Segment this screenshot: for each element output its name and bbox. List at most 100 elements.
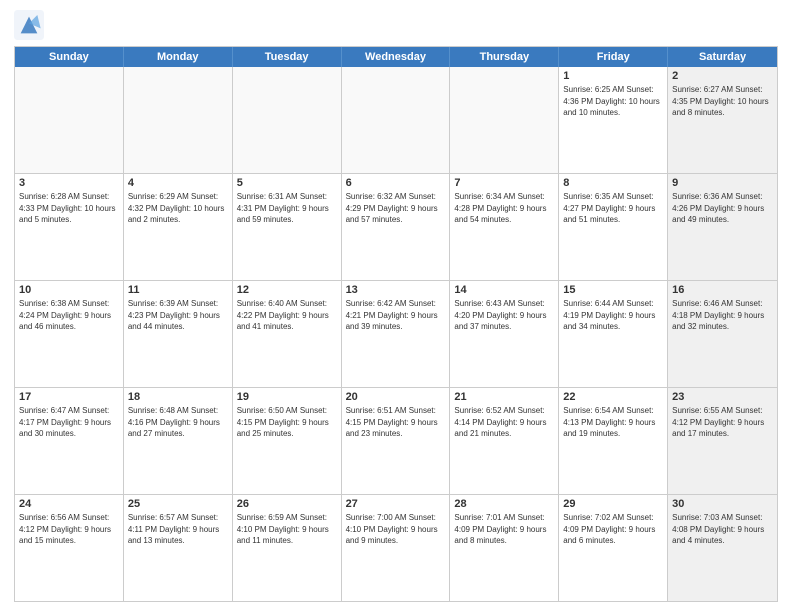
day-info-15: Sunrise: 6:44 AM Sunset: 4:19 PM Dayligh… [563, 298, 663, 333]
header [14, 10, 778, 40]
day-number-2: 2 [672, 70, 773, 82]
day-cell-29: 29 Sunrise: 7:02 AM Sunset: 4:09 PM Dayli… [559, 495, 668, 601]
weekday-header-sunday: Sunday [15, 47, 124, 67]
day-info-23: Sunrise: 6:55 AM Sunset: 4:12 PM Dayligh… [672, 405, 773, 440]
day-cell-23: 23 Sunrise: 6:55 AM Sunset: 4:12 PM Dayli… [668, 388, 777, 494]
day-cell-24: 24 Sunrise: 6:56 AM Sunset: 4:12 PM Dayli… [15, 495, 124, 601]
calendar-row-4: 24 Sunrise: 6:56 AM Sunset: 4:12 PM Dayli… [15, 494, 777, 601]
day-info-18: Sunrise: 6:48 AM Sunset: 4:16 PM Dayligh… [128, 405, 228, 440]
day-info-25: Sunrise: 6:57 AM Sunset: 4:11 PM Dayligh… [128, 512, 228, 547]
day-number-15: 15 [563, 284, 663, 296]
day-info-6: Sunrise: 6:32 AM Sunset: 4:29 PM Dayligh… [346, 191, 446, 226]
day-cell-7: 7 Sunrise: 6:34 AM Sunset: 4:28 PM Daylig… [450, 174, 559, 280]
day-cell-28: 28 Sunrise: 7:01 AM Sunset: 4:09 PM Dayli… [450, 495, 559, 601]
day-number-29: 29 [563, 498, 663, 510]
day-cell-11: 11 Sunrise: 6:39 AM Sunset: 4:23 PM Dayli… [124, 281, 233, 387]
day-number-16: 16 [672, 284, 773, 296]
day-info-3: Sunrise: 6:28 AM Sunset: 4:33 PM Dayligh… [19, 191, 119, 226]
calendar-row-2: 10 Sunrise: 6:38 AM Sunset: 4:24 PM Dayli… [15, 280, 777, 387]
day-number-26: 26 [237, 498, 337, 510]
day-cell-6: 6 Sunrise: 6:32 AM Sunset: 4:29 PM Daylig… [342, 174, 451, 280]
day-info-17: Sunrise: 6:47 AM Sunset: 4:17 PM Dayligh… [19, 405, 119, 440]
logo-icon [14, 10, 44, 40]
empty-cell-0-3 [342, 67, 451, 173]
day-cell-21: 21Sunrise: 6:52 AM Sunset: 4:14 PM Dayli… [450, 388, 559, 494]
day-number-17: 17 [19, 391, 119, 403]
day-cell-27: 27Sunrise: 7:00 AM Sunset: 4:10 PM Dayli… [342, 495, 451, 601]
day-number-12: 12 [237, 284, 337, 296]
empty-cell-0-2 [233, 67, 342, 173]
day-cell-12: 12Sunrise: 6:40 AM Sunset: 4:22 PM Dayli… [233, 281, 342, 387]
weekday-header-monday: Monday [124, 47, 233, 67]
day-number-21: 21 [454, 391, 554, 403]
calendar-row-3: 17 Sunrise: 6:47 AM Sunset: 4:17 PM Dayli… [15, 387, 777, 494]
day-cell-17: 17 Sunrise: 6:47 AM Sunset: 4:17 PM Dayli… [15, 388, 124, 494]
day-number-18: 18 [128, 391, 228, 403]
calendar-row-0: 1 Sunrise: 6:25 AM Sunset: 4:36 PM Daylig… [15, 67, 777, 173]
day-info-16: Sunrise: 6:46 AM Sunset: 4:18 PM Dayligh… [672, 298, 773, 333]
day-number-10: 10 [19, 284, 119, 296]
day-number-30: 30 [672, 498, 773, 510]
day-cell-10: 10 Sunrise: 6:38 AM Sunset: 4:24 PM Dayli… [15, 281, 124, 387]
day-info-13: Sunrise: 6:42 AM Sunset: 4:21 PM Dayligh… [346, 298, 446, 333]
day-info-19: Sunrise: 6:50 AM Sunset: 4:15 PM Dayligh… [237, 405, 337, 440]
day-cell-13: 13 Sunrise: 6:42 AM Sunset: 4:21 PM Dayli… [342, 281, 451, 387]
day-info-8: Sunrise: 6:35 AM Sunset: 4:27 PM Dayligh… [563, 191, 663, 226]
logo [14, 10, 48, 40]
weekday-header-friday: Friday [559, 47, 668, 67]
weekday-header-saturday: Saturday [668, 47, 777, 67]
day-number-1: 1 [563, 70, 663, 82]
day-cell-20: 20 Sunrise: 6:51 AM Sunset: 4:15 PM Dayli… [342, 388, 451, 494]
weekday-header-tuesday: Tuesday [233, 47, 342, 67]
day-info-24: Sunrise: 6:56 AM Sunset: 4:12 PM Dayligh… [19, 512, 119, 547]
weekday-header-wednesday: Wednesday [342, 47, 451, 67]
day-cell-3: 3 Sunrise: 6:28 AM Sunset: 4:33 PM Daylig… [15, 174, 124, 280]
day-cell-5: 5Sunrise: 6:31 AM Sunset: 4:31 PM Daylig… [233, 174, 342, 280]
empty-cell-0-4 [450, 67, 559, 173]
day-info-11: Sunrise: 6:39 AM Sunset: 4:23 PM Dayligh… [128, 298, 228, 333]
day-info-29: Sunrise: 7:02 AM Sunset: 4:09 PM Dayligh… [563, 512, 663, 547]
day-number-8: 8 [563, 177, 663, 189]
day-number-19: 19 [237, 391, 337, 403]
day-info-30: Sunrise: 7:03 AM Sunset: 4:08 PM Dayligh… [672, 512, 773, 547]
empty-cell-0-1 [124, 67, 233, 173]
day-cell-26: 26Sunrise: 6:59 AM Sunset: 4:10 PM Dayli… [233, 495, 342, 601]
day-info-4: Sunrise: 6:29 AM Sunset: 4:32 PM Dayligh… [128, 191, 228, 226]
day-number-20: 20 [346, 391, 446, 403]
day-number-23: 23 [672, 391, 773, 403]
day-info-9: Sunrise: 6:36 AM Sunset: 4:26 PM Dayligh… [672, 191, 773, 226]
day-cell-25: 25Sunrise: 6:57 AM Sunset: 4:11 PM Dayli… [124, 495, 233, 601]
day-number-11: 11 [128, 284, 228, 296]
day-info-2: Sunrise: 6:27 AM Sunset: 4:35 PM Dayligh… [672, 84, 773, 119]
day-cell-18: 18 Sunrise: 6:48 AM Sunset: 4:16 PM Dayli… [124, 388, 233, 494]
day-info-14: Sunrise: 6:43 AM Sunset: 4:20 PM Dayligh… [454, 298, 554, 333]
day-info-28: Sunrise: 7:01 AM Sunset: 4:09 PM Dayligh… [454, 512, 554, 547]
day-cell-4: 4 Sunrise: 6:29 AM Sunset: 4:32 PM Daylig… [124, 174, 233, 280]
calendar: SundayMondayTuesdayWednesdayThursdayFrid… [14, 46, 778, 602]
day-number-4: 4 [128, 177, 228, 189]
day-number-22: 22 [563, 391, 663, 403]
day-info-20: Sunrise: 6:51 AM Sunset: 4:15 PM Dayligh… [346, 405, 446, 440]
day-cell-2: 2 Sunrise: 6:27 AM Sunset: 4:35 PM Daylig… [668, 67, 777, 173]
day-number-28: 28 [454, 498, 554, 510]
day-cell-15: 15 Sunrise: 6:44 AM Sunset: 4:19 PM Dayli… [559, 281, 668, 387]
day-number-13: 13 [346, 284, 446, 296]
day-info-22: Sunrise: 6:54 AM Sunset: 4:13 PM Dayligh… [563, 405, 663, 440]
day-cell-9: 9 Sunrise: 6:36 AM Sunset: 4:26 PM Daylig… [668, 174, 777, 280]
day-number-24: 24 [19, 498, 119, 510]
day-cell-22: 22 Sunrise: 6:54 AM Sunset: 4:13 PM Dayli… [559, 388, 668, 494]
day-info-7: Sunrise: 6:34 AM Sunset: 4:28 PM Dayligh… [454, 191, 554, 226]
day-cell-14: 14 Sunrise: 6:43 AM Sunset: 4:20 PM Dayli… [450, 281, 559, 387]
day-number-9: 9 [672, 177, 773, 189]
day-cell-16: 16 Sunrise: 6:46 AM Sunset: 4:18 PM Dayli… [668, 281, 777, 387]
day-number-7: 7 [454, 177, 554, 189]
day-cell-1: 1 Sunrise: 6:25 AM Sunset: 4:36 PM Daylig… [559, 67, 668, 173]
empty-cell-0-0 [15, 67, 124, 173]
day-number-6: 6 [346, 177, 446, 189]
day-number-27: 27 [346, 498, 446, 510]
day-info-10: Sunrise: 6:38 AM Sunset: 4:24 PM Dayligh… [19, 298, 119, 333]
day-number-3: 3 [19, 177, 119, 189]
day-cell-30: 30 Sunrise: 7:03 AM Sunset: 4:08 PM Dayli… [668, 495, 777, 601]
day-number-14: 14 [454, 284, 554, 296]
day-info-1: Sunrise: 6:25 AM Sunset: 4:36 PM Dayligh… [563, 84, 663, 119]
